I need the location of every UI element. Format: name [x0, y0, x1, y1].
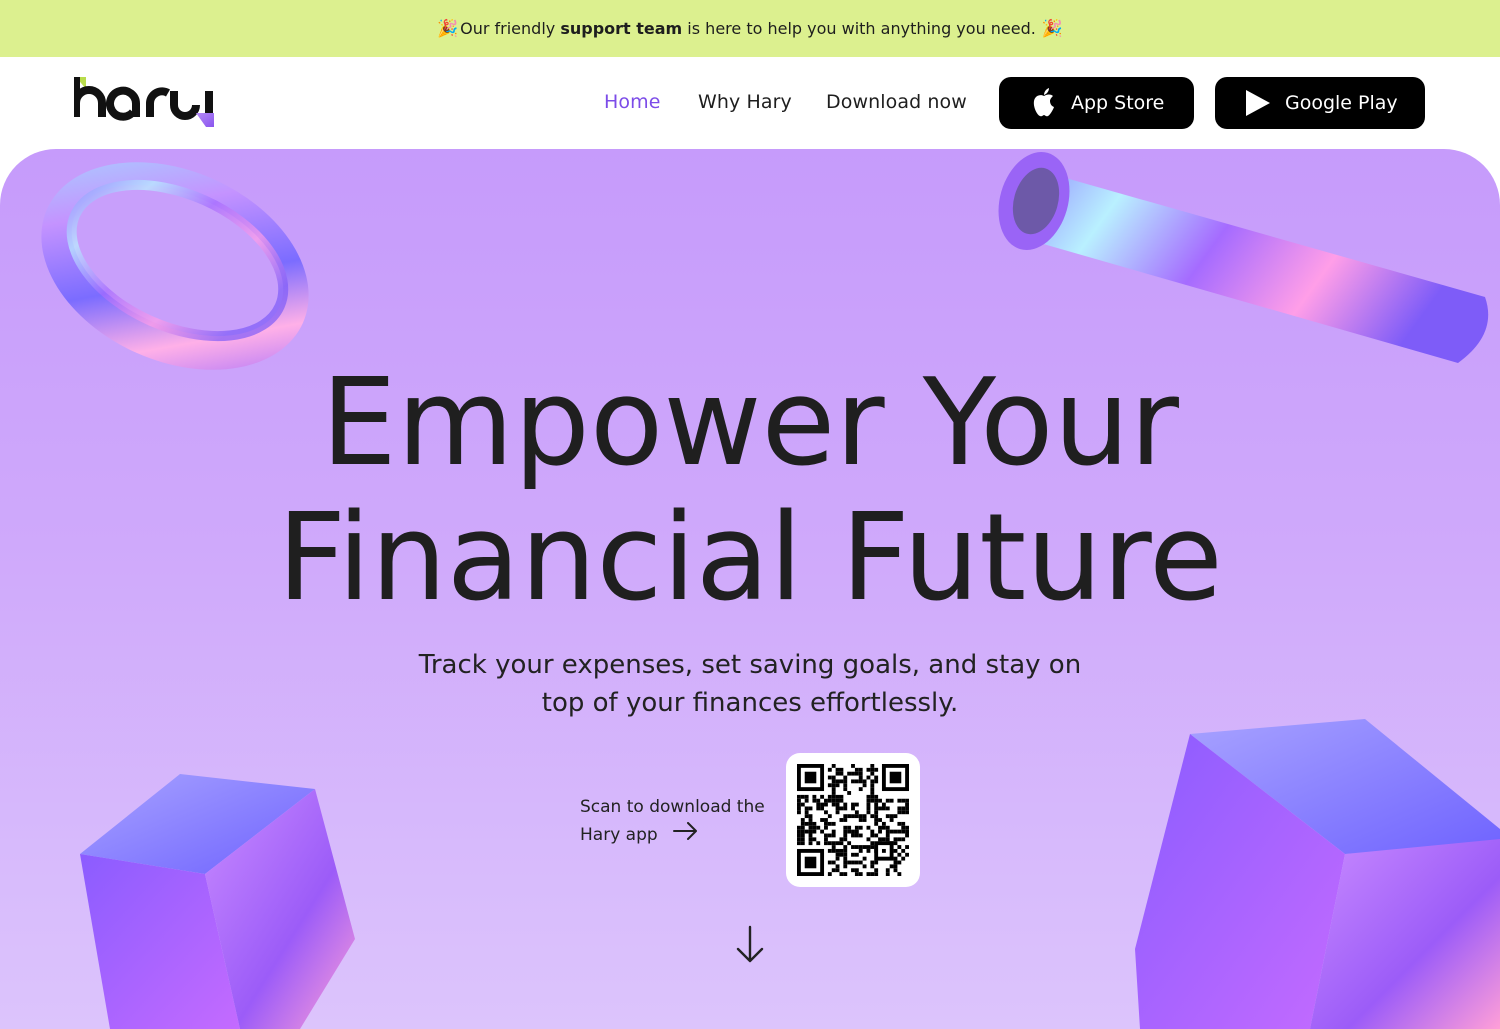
nav-why-hary[interactable]: Why Hary	[698, 91, 792, 113]
arrow-down-icon[interactable]	[734, 925, 766, 965]
hary-logo[interactable]	[74, 75, 220, 131]
app-store-button[interactable]: App Store	[999, 77, 1194, 129]
download-qr-code[interactable]	[786, 753, 920, 887]
top-navbar: Home Why Hary Download now App Store Goo…	[0, 57, 1500, 149]
app-store-label: App Store	[1071, 92, 1165, 114]
banner-text-start: Our friendly	[460, 19, 561, 38]
party-emoji-right: 🎉	[1041, 18, 1064, 39]
google-play-label: Google Play	[1285, 92, 1398, 114]
hero-subtitle: Track your expenses, set saving goals, a…	[418, 650, 1082, 718]
scan-to-download: Scan to download the Hary app	[580, 793, 770, 849]
qr-code	[797, 764, 909, 876]
cube-decoration-left	[80, 774, 355, 1029]
google-play-icon	[1245, 89, 1271, 117]
tube-decoration	[998, 152, 1489, 363]
nav-download-now[interactable]: Download now	[826, 91, 967, 113]
hero-title-line-1: Empower Your	[321, 354, 1179, 493]
banner-text-end: is here to help you with anything you ne…	[682, 19, 1036, 38]
cube-decoration-right	[1135, 719, 1500, 1029]
announcement-banner: 🎉 Our friendly support team is here to h…	[0, 0, 1500, 57]
google-play-button[interactable]: Google Play	[1215, 77, 1425, 129]
hero-section: Empower Your Financial Future Track your…	[0, 149, 1500, 1029]
banner-text-bold: support team	[560, 19, 683, 38]
nav-home[interactable]: Home	[604, 91, 661, 113]
party-emoji-left: 🎉	[436, 18, 459, 39]
hero-title-line-2: Financial Future	[277, 489, 1223, 628]
arrow-right-icon	[673, 821, 699, 849]
apple-icon	[1031, 88, 1057, 118]
